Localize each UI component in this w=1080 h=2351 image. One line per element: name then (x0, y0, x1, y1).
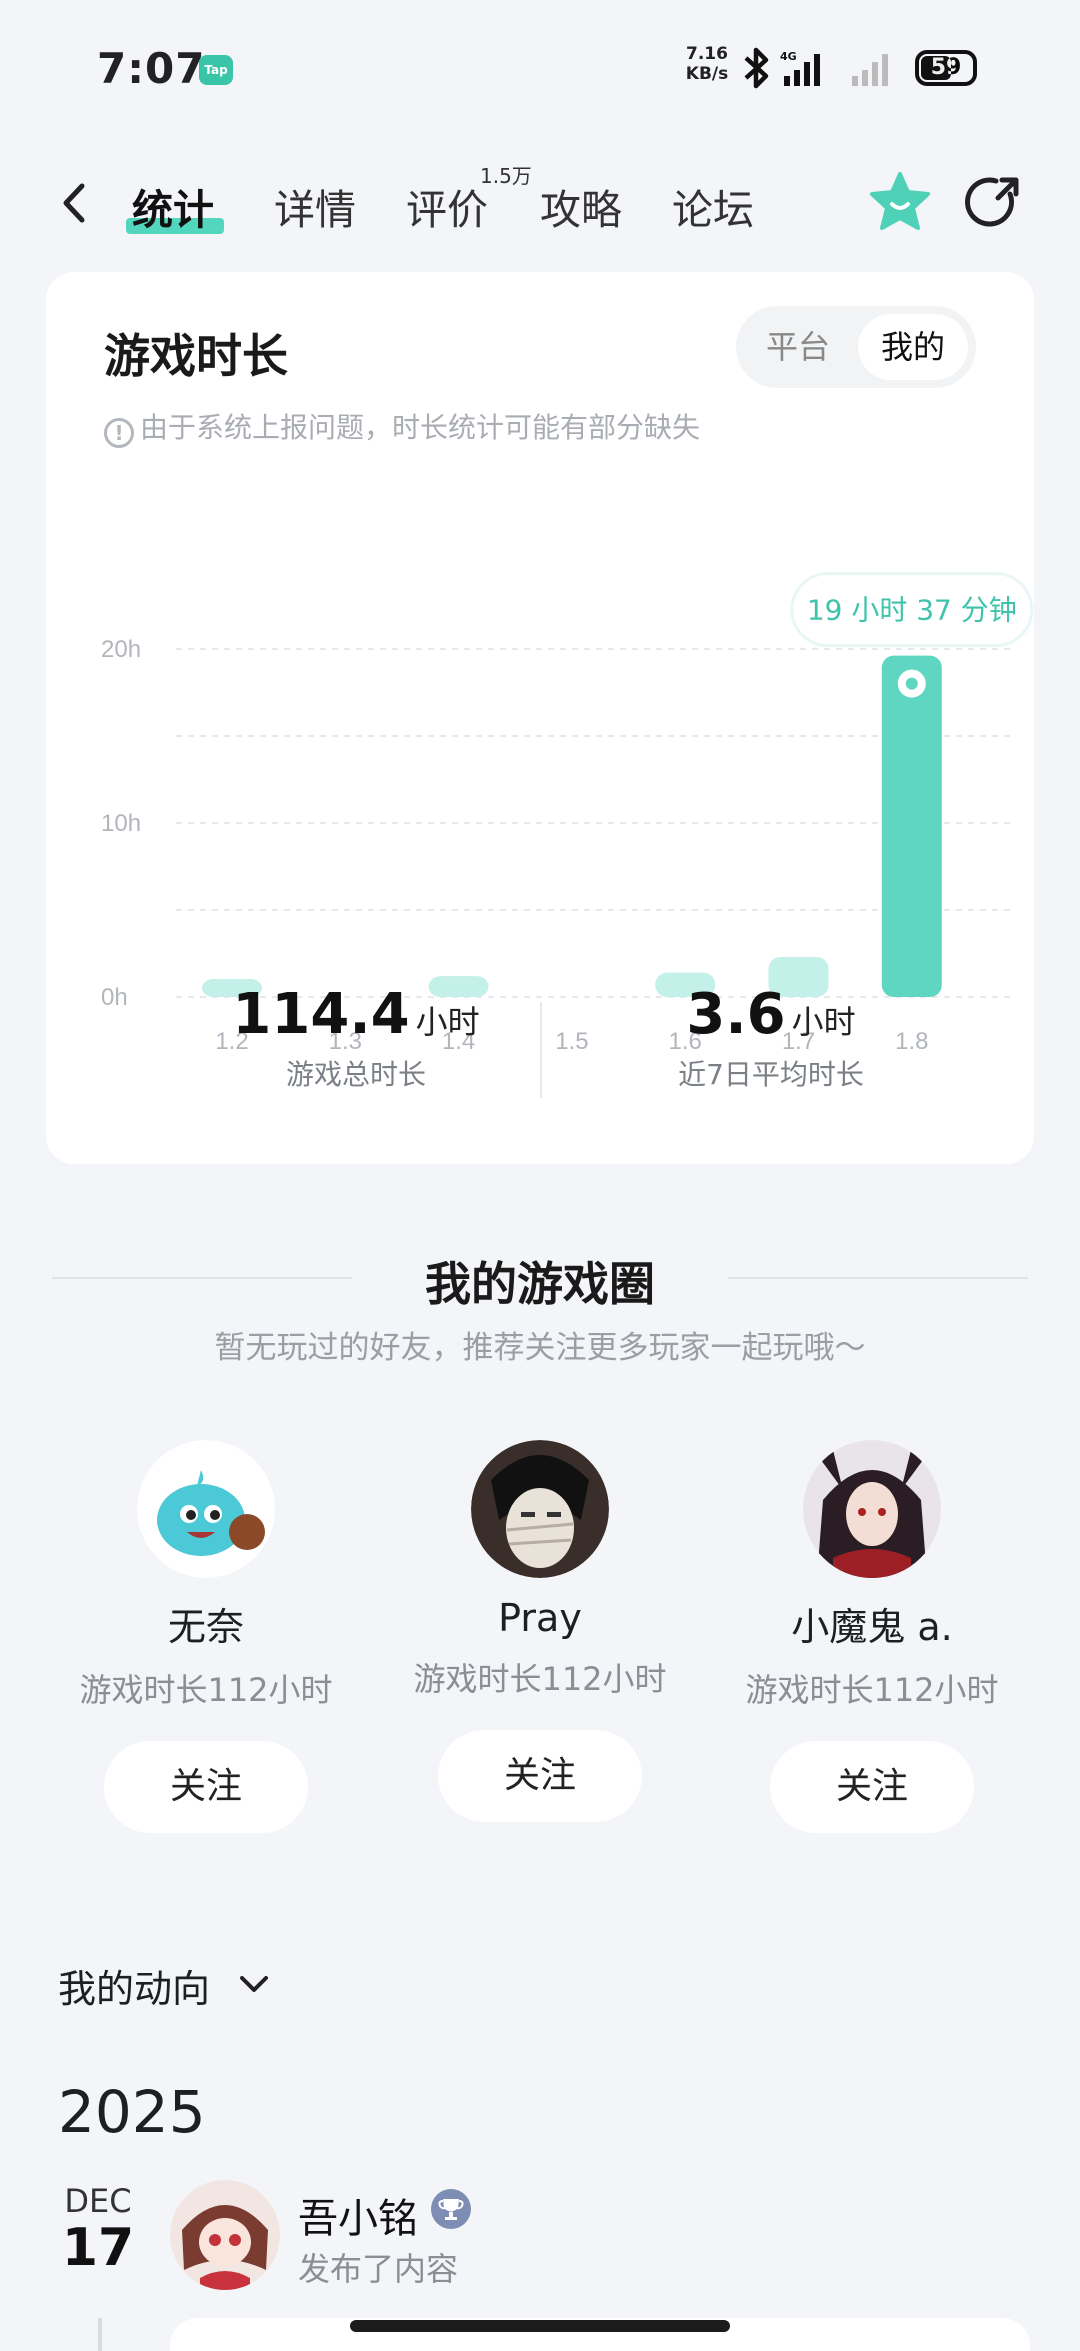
status-icons: 4G 59 (740, 44, 980, 92)
activity-day: 17 (61, 2218, 135, 2278)
reviews-count-badge: 1.5万 (480, 164, 532, 188)
tab-details[interactable]: 详情 (274, 176, 356, 236)
follow-button[interactable]: 关注 (438, 1730, 642, 1822)
average-playtime: 3.6 小时 近7日平均时长 (581, 982, 961, 1093)
avatar[interactable] (471, 1440, 609, 1578)
total-playtime-value: 114.4 (232, 982, 410, 1047)
playtime-card: 游戏时长 平台 我的 ! 由于系统上报问题，时长统计可能有部分缺失 0h 10h 20… (46, 272, 1034, 1164)
friend-playtime: 游戏时长112小时 (413, 1660, 667, 1698)
activity-date: DEC 17 (58, 2182, 138, 2276)
signal-2-icon (852, 54, 888, 86)
friend-name: 无奈 (167, 1605, 244, 1649)
y-tick-label: 20h (101, 636, 141, 663)
post-username[interactable]: 吾小铭 (298, 2186, 418, 2244)
home-indicator[interactable] (350, 2320, 730, 2332)
avatar[interactable] (170, 2180, 280, 2290)
friend-playtime: 游戏时长112小时 (79, 1671, 333, 1709)
tab-forum[interactable]: 论坛 (672, 176, 754, 236)
y-tick-label: 0h (101, 984, 128, 1011)
tab-reviews[interactable]: 评价 (406, 176, 488, 236)
back-icon[interactable] (52, 178, 102, 228)
star-icon[interactable] (868, 170, 932, 234)
follow-button[interactable]: 关注 (770, 1741, 974, 1833)
status-time: 7:07 (97, 44, 206, 93)
signal-icon: 4G (780, 50, 820, 86)
activity-title[interactable]: 我的动向 (58, 1958, 210, 2013)
battery-level: 59 (930, 55, 962, 80)
segment-mine[interactable]: 我的 (858, 314, 968, 380)
bar-tooltip: 19 小时 37 分钟 (790, 572, 1034, 648)
chart-bar (881, 655, 942, 997)
avatar[interactable] (137, 1440, 275, 1578)
platform-mine-toggle: 平台 我的 (736, 306, 976, 388)
trophy-badge-icon (431, 2189, 471, 2229)
tap-app-icon: Tap (199, 55, 233, 85)
chevron-down-icon[interactable] (236, 1966, 272, 2002)
network-speed: 7.16 KB/s (684, 44, 730, 84)
game-circle-subtitle: 暂无玩过的好友，推荐关注更多玩家一起玩哦～ (214, 1330, 866, 1366)
tab-stats[interactable]: 统计 (132, 176, 214, 236)
total-playtime-label: 游戏总时长 (285, 1058, 426, 1091)
battery-icon: 59 (915, 50, 977, 86)
avatar[interactable] (803, 1440, 941, 1578)
network-type: 4G (780, 50, 797, 63)
average-playtime-value: 3.6 (686, 982, 786, 1047)
share-icon[interactable] (962, 172, 1024, 234)
timeline-line (98, 2318, 102, 2351)
post-action: 发布了内容 (298, 2250, 459, 2288)
friend-card: 无奈 游戏时长112小时 关注 (56, 1440, 356, 1833)
segment-platform[interactable]: 平台 (744, 314, 852, 380)
status-bar: 7:07 Tap 7.16 KB/s 4G 59 (0, 0, 1080, 140)
total-playtime-unit: 小时 (415, 1003, 480, 1041)
bar-marker-dot (905, 677, 918, 690)
friend-playtime: 游戏时长112小时 (745, 1671, 999, 1709)
average-playtime-unit: 小时 (791, 1003, 856, 1041)
friend-card: Pray 游戏时长112小时 关注 (390, 1440, 690, 1822)
network-speed-value: 7.16 (686, 44, 728, 64)
activity-month: DEC (64, 2182, 132, 2220)
activity-year: 2025 (58, 2078, 206, 2146)
network-speed-unit: KB/s (685, 64, 729, 84)
total-playtime: 114.4 小时 游戏总时长 (166, 982, 546, 1093)
game-circle-title: 我的游戏圈 (425, 1257, 655, 1311)
friend-name: 小魔鬼 a. (791, 1605, 953, 1649)
friend-name: Pray (498, 1596, 582, 1640)
average-playtime-label: 近7日平均时长 (678, 1058, 864, 1091)
card-title: 游戏时长 (104, 329, 288, 383)
y-tick-label: 10h (101, 810, 141, 837)
bluetooth-icon (744, 47, 769, 89)
top-nav: 统计 详情 评价 1.5万 攻略 论坛 (0, 160, 1080, 260)
tooltip-text: 19 小时 37 分钟 (807, 594, 1017, 627)
follow-button[interactable]: 关注 (104, 1741, 308, 1833)
tab-guides[interactable]: 攻略 (540, 176, 622, 236)
stats-divider (540, 1002, 542, 1098)
friend-card: 小魔鬼 a. 游戏时长112小时 关注 (722, 1440, 1022, 1833)
